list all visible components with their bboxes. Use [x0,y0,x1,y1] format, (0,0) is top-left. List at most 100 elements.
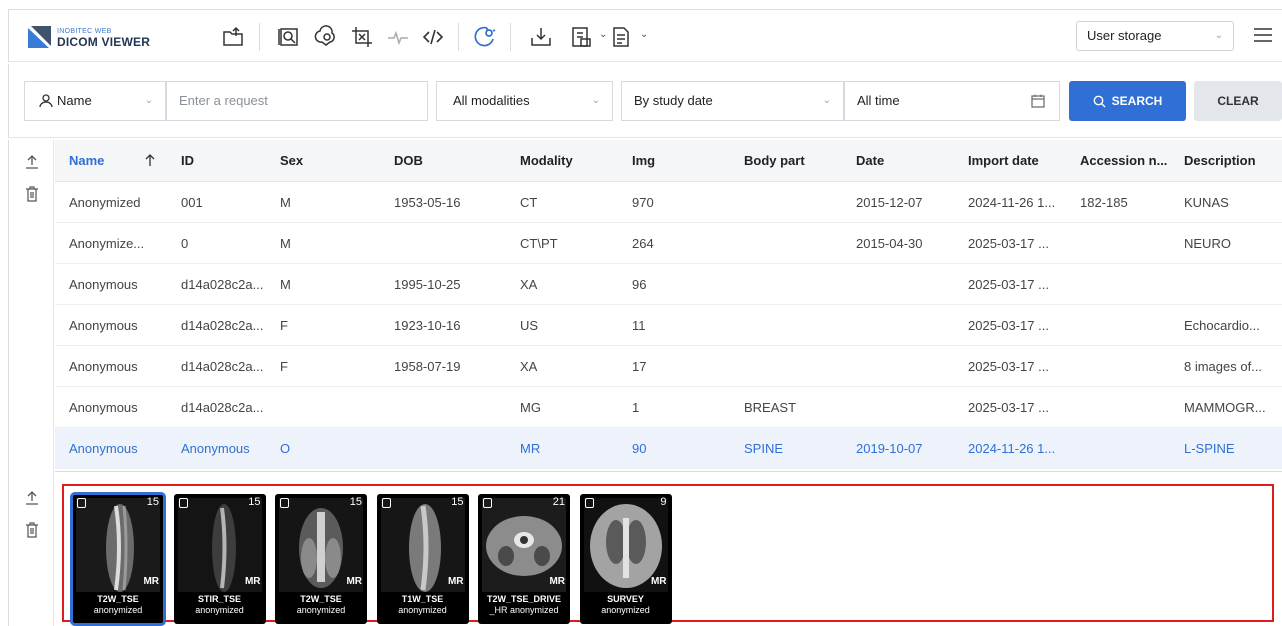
table-row[interactable]: Anonymize... 0 M CT\PT 264 2015-04-30 2025-03-… [55,223,1282,264]
stack-icon [280,498,289,508]
search-button[interactable]: SEARCH [1069,81,1186,121]
cell-sex: M [280,236,291,251]
series-thumbnail[interactable]: 15 MR T2W_TSE anonymized [275,494,367,624]
download-icon[interactable] [527,23,555,51]
column-header-name[interactable]: Name [69,140,104,182]
user-icon [39,94,53,108]
cell-id: d14a028c2a... [181,359,264,374]
cell-dob: 1958-07-19 [394,359,461,374]
cell-date [856,264,960,305]
code-icon[interactable] [419,23,447,51]
upload-icon[interactable] [25,154,39,170]
cell-sex: M [280,277,291,292]
search-icon [1093,95,1106,107]
table-row[interactable]: Anonymous d14a028c2a... F 1923-10-16 US 11 202… [55,305,1282,346]
search-filter-bar: Name ⌄ Enter a request All modalities ⌄ … [8,64,1282,138]
cell-description: 8 images of... [1184,359,1263,374]
clear-button[interactable]: CLEAR [1194,81,1282,121]
ecg-icon[interactable] [384,23,412,51]
cell-sex: O [280,441,291,456]
column-header-dob[interactable]: DOB [394,140,423,182]
logo-icon [28,26,51,48]
search-input[interactable]: Enter a request [166,81,428,121]
column-header-date[interactable]: Date [856,140,884,182]
column-header-modality[interactable]: Modality [520,140,573,182]
series-subtitle: anonymized [601,605,650,615]
column-header-accession[interactable]: Accession n... [1080,140,1167,182]
modality-select-value: All modalities [453,93,530,108]
series-thumbnails-panel: 15 MR T2W_TSE anonymized 15 MR STIR_TSE anonymi… [62,484,1274,626]
series-thumbnail[interactable]: 9 MR SURVEY anonymized [579,494,672,624]
cell-date: 2015-04-30 [856,236,923,251]
cell-dob [394,223,512,264]
table-row[interactable]: Anonymized 001 M 1953-05-16 CT 970 2015-12-07 2… [55,182,1282,223]
table-row[interactable]: Anonymous d14a028c2a... MG 1 BREAST 2025-03-1… [55,387,1282,428]
cell-modality: CT\PT [520,236,558,251]
cell-id: d14a028c2a... [181,400,264,415]
series-modality: MR [447,576,464,587]
series-image-count: 15 [451,496,464,508]
series-name: STIR_TSE [197,594,241,604]
calendar-icon [1031,94,1045,108]
series-image-count: 21 [552,496,565,508]
series-thumbnail[interactable]: 15 MR T2W_TSE anonymized [70,492,166,626]
series-thumbnail[interactable]: 15 MR T1W_TSE anonymized [376,494,469,624]
modality-select[interactable]: All modalities ⌄ [436,81,613,121]
document-icon[interactable] [607,23,635,51]
cell-dob: 1995-10-25 [394,277,461,292]
series-thumbnail[interactable]: 21 MR T2W_TSE_DRIVE _HR anonymized [478,494,570,624]
series-image-count: 15 [248,496,261,508]
table-row[interactable]: Anonymous Anonymous O MR 90 SPINE 2019-10-07 20… [55,428,1282,469]
chevron-down-icon[interactable]: ⌄ [640,29,648,40]
cell-description: MAMMOGR... [1184,400,1266,415]
cell-accession [1080,346,1176,387]
cell-import-date: 2025-03-17 ... [968,359,1049,374]
column-header-img[interactable]: Img [632,140,655,182]
settings-search-icon[interactable] [471,23,499,51]
sort-ascending-icon[interactable] [145,154,155,167]
cell-dob: 1923-10-16 [394,318,461,333]
cell-accession [1080,428,1176,469]
report-icon[interactable] [567,23,595,51]
table-row[interactable]: Anonymous d14a028c2a... F 1958-07-19 XA 17 202… [55,346,1282,387]
crop-layers-icon[interactable] [348,23,376,51]
date-mode-select[interactable]: By study date ⌄ [621,81,844,121]
hamburger-menu-icon[interactable] [1252,24,1274,46]
cell-import-date: 2025-03-17 ... [968,318,1049,333]
cell-accession [1080,305,1176,346]
cell-name: Anonymize... [69,236,145,251]
column-header-sex[interactable]: Sex [280,140,303,182]
trash-icon[interactable] [25,522,39,538]
brain-icon[interactable] [312,23,340,51]
top-toolbar: INOBITEC WEB DICOM VIEWER ⌄ ⌄ User stora… [8,9,1282,62]
cell-modality: MR [520,441,541,456]
cell-name: Anonymous [69,441,138,456]
cell-body-part [744,182,848,223]
time-range-picker[interactable]: All time [844,81,1060,121]
table-row[interactable]: Anonymous d14a028c2a... M 1995-10-25 XA 96 202… [55,264,1282,305]
cell-description: NEURO [1184,236,1231,251]
search-field-select[interactable]: Name ⌄ [24,81,166,121]
trash-icon[interactable] [25,186,39,202]
cell-img: 1 [632,400,640,415]
cell-img: 17 [632,359,647,374]
cell-name: Anonymous [69,400,138,415]
cell-date: 2015-12-07 [856,195,923,210]
stack-icon [178,498,188,508]
cell-description [1184,264,1280,305]
column-header-description[interactable]: Description [1184,140,1256,182]
clear-button-label: CLEAR [1217,94,1259,108]
image-viewer-icon[interactable] [275,23,303,51]
storage-select[interactable]: User storage ⌄ [1076,21,1234,51]
series-thumbnail[interactable]: 15 MR STIR_TSE anonymized [173,494,266,624]
cell-modality: US [520,318,539,333]
column-header-import-date[interactable]: Import date [968,140,1039,182]
upload-icon[interactable] [25,490,39,506]
search-button-label: SEARCH [1111,94,1163,108]
column-header-id[interactable]: ID [181,140,194,182]
column-header-body-part[interactable]: Body part [744,140,805,182]
upload-folder-icon[interactable] [219,23,247,51]
cell-modality: MG [520,400,541,415]
date-mode-select-value: By study date [634,93,713,108]
series-subtitle: anonymized [296,605,346,615]
